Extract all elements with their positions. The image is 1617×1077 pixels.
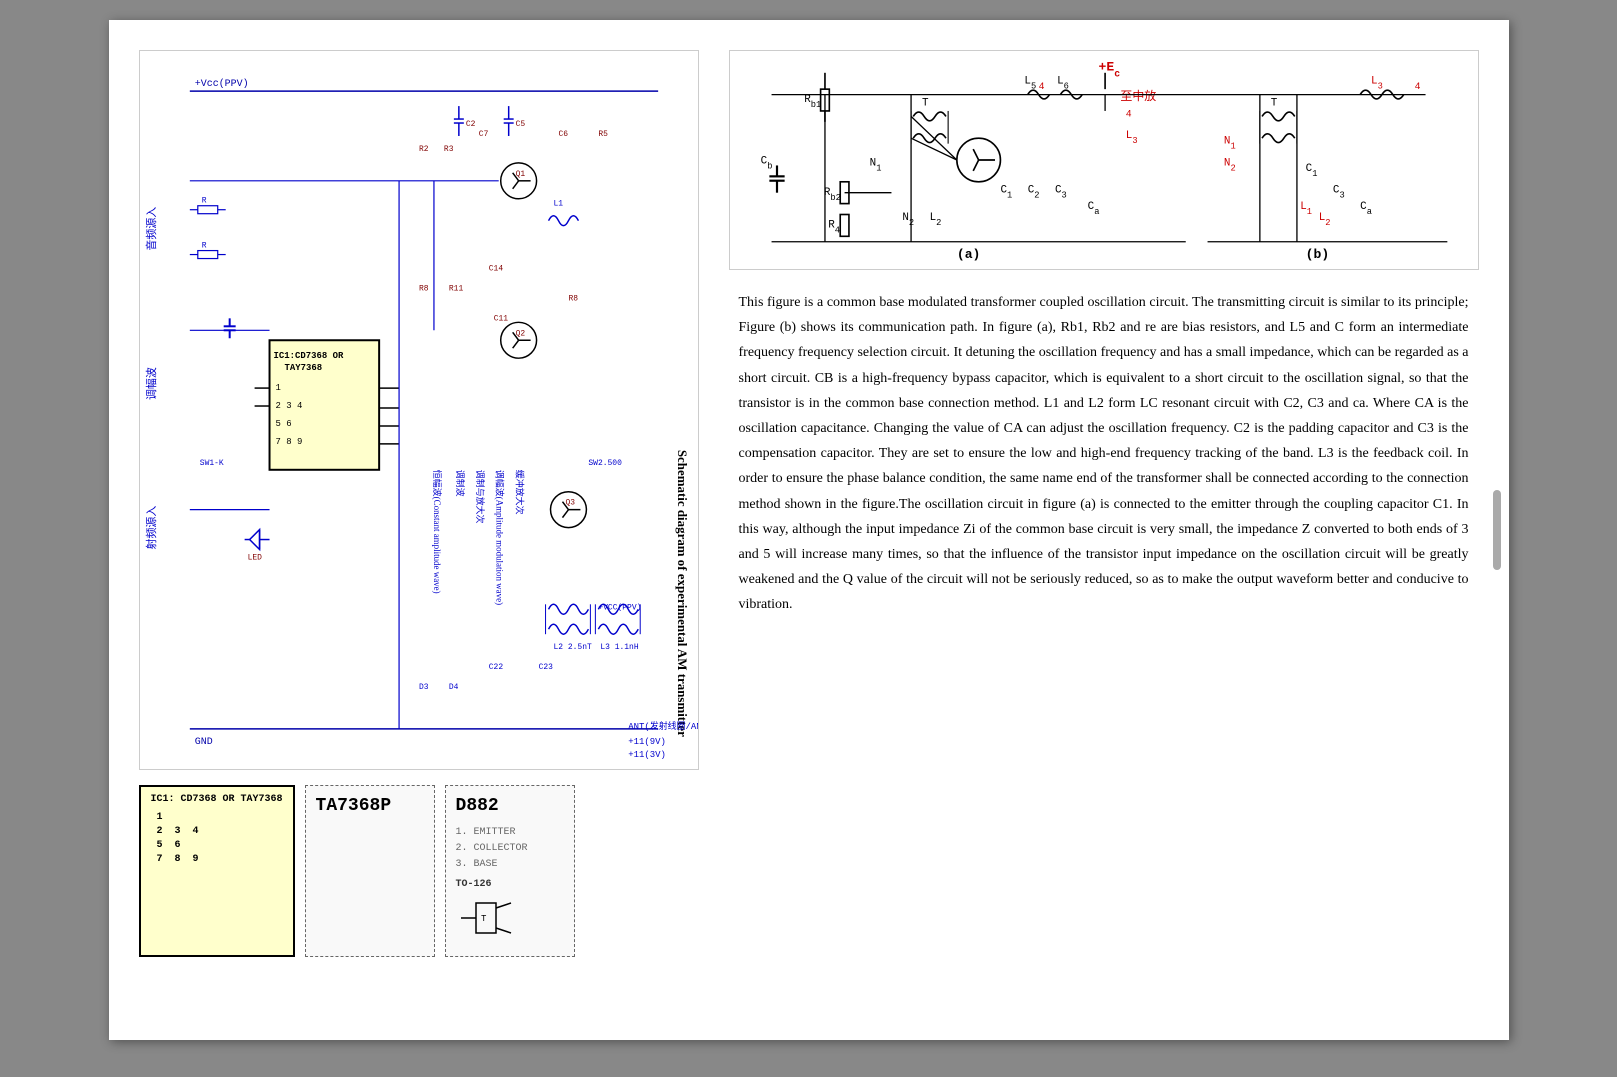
svg-text:C7: C7 bbox=[478, 130, 488, 139]
svg-text:R8: R8 bbox=[419, 284, 429, 293]
svg-text:D4: D4 bbox=[448, 683, 458, 692]
ic-pin-56: 5 6 bbox=[157, 839, 283, 853]
svg-text:C23: C23 bbox=[538, 663, 553, 672]
svg-text:SW1-K: SW1-K bbox=[199, 459, 223, 468]
svg-text:(b): (b) bbox=[1305, 247, 1329, 262]
svg-text:C6: C6 bbox=[558, 130, 568, 139]
ic-info-box: IC1: CD7368 OR TAY7368 1 2 3 4 5 6 7 8 9 bbox=[139, 785, 295, 957]
svg-text:R: R bbox=[201, 197, 206, 206]
ic-pin-234: 2 3 4 bbox=[157, 825, 283, 839]
svg-text:L3 1.1nH: L3 1.1nH bbox=[600, 643, 638, 652]
svg-text:4: 4 bbox=[1038, 81, 1044, 92]
svg-text:T: T bbox=[921, 98, 928, 110]
svg-text:TAY7368: TAY7368 bbox=[284, 363, 322, 373]
right-panel: +Ec Rb1 Cb T bbox=[729, 50, 1479, 1010]
svg-text:D3: D3 bbox=[419, 683, 429, 692]
svg-text:射频源入: 射频源入 bbox=[143, 506, 157, 550]
ic-title: IC1: CD7368 OR TAY7368 bbox=[151, 793, 283, 807]
svg-text:R: R bbox=[201, 242, 206, 251]
top-circuit-diagram: +Ec Rb1 Cb T bbox=[729, 50, 1479, 270]
d882-spec-1: 1. EMITTER bbox=[456, 825, 564, 841]
svg-text:音频源入: 音频源入 bbox=[143, 207, 157, 251]
svg-text:C2: C2 bbox=[465, 120, 475, 129]
ta7368p-box: TA7368P bbox=[305, 785, 435, 957]
svg-text:调制波: 调制波 bbox=[454, 470, 465, 497]
svg-text:(a): (a) bbox=[956, 247, 980, 262]
svg-text:ANT(发射线圈/ANTENNA): ANT(发射线圈/ANTENNA) bbox=[628, 720, 698, 732]
svg-text:4: 4 bbox=[1125, 108, 1131, 119]
ic-pin-1: 1 bbox=[157, 811, 283, 825]
d882-name: D882 bbox=[456, 792, 564, 821]
svg-text:1: 1 bbox=[275, 383, 280, 393]
svg-text:C5: C5 bbox=[515, 120, 525, 129]
svg-text:L1: L1 bbox=[553, 200, 563, 209]
ic-pin-789: 7 8 9 bbox=[157, 853, 283, 867]
svg-text:至中放: 至中放 bbox=[1120, 88, 1156, 104]
svg-text:IC1:CD7368 OR: IC1:CD7368 OR bbox=[273, 351, 343, 361]
svg-text:+Vcc(PPV): +Vcc(PPV) bbox=[194, 78, 248, 89]
svg-text:5 6: 5 6 bbox=[275, 419, 291, 429]
svg-text:R5: R5 bbox=[598, 130, 608, 139]
svg-text:Q1: Q1 bbox=[515, 170, 525, 179]
svg-text:缓冲放大次: 缓冲放大次 bbox=[514, 470, 525, 515]
svg-text:Q3: Q3 bbox=[565, 499, 575, 508]
main-circuit-diagram: 音频源入 调幅波 射频源入 恒幅波(Constant amplitude wav… bbox=[139, 50, 699, 770]
svg-text:T: T bbox=[481, 914, 487, 924]
svg-text:恒幅波(Constant amplitude wave): 恒幅波(Constant amplitude wave) bbox=[431, 470, 442, 594]
svg-text:调幅波(Amplitude modulation wave): 调幅波(Amplitude modulation wave) bbox=[494, 470, 505, 605]
svg-text:+VCC(PPV): +VCC(PPV) bbox=[598, 603, 641, 612]
d882-model: TO-126 bbox=[456, 877, 564, 893]
page: 音频源入 调幅波 射频源入 恒幅波(Constant amplitude wav… bbox=[109, 20, 1509, 1040]
ta7368p-name: TA7368P bbox=[316, 792, 424, 821]
svg-text:+11(9V): +11(9V) bbox=[628, 737, 666, 747]
component-info-area: IC1: CD7368 OR TAY7368 1 2 3 4 5 6 7 8 9… bbox=[139, 785, 699, 957]
d882-box: D882 1. EMITTER 2. COLLECTOR 3. BASE TO-… bbox=[445, 785, 575, 957]
svg-text:LED: LED bbox=[247, 553, 262, 562]
d882-spec-3: 3. BASE bbox=[456, 857, 564, 873]
svg-text:R8: R8 bbox=[568, 294, 578, 303]
svg-text:R11: R11 bbox=[448, 284, 463, 293]
svg-text:7 8 9: 7 8 9 bbox=[275, 437, 302, 447]
svg-text:C11: C11 bbox=[493, 314, 508, 323]
svg-text:R3: R3 bbox=[443, 145, 453, 154]
svg-text:L2 2.5nT: L2 2.5nT bbox=[553, 643, 591, 652]
svg-text:调幅波: 调幅波 bbox=[144, 367, 157, 400]
svg-text:调制与放大次: 调制与放大次 bbox=[474, 470, 485, 524]
svg-text:R2: R2 bbox=[419, 145, 429, 154]
svg-text:+11(3V): +11(3V) bbox=[628, 750, 666, 760]
svg-text:C22: C22 bbox=[488, 663, 503, 672]
left-panel: 音频源入 调幅波 射频源入 恒幅波(Constant amplitude wav… bbox=[139, 50, 699, 1010]
svg-text:Q2: Q2 bbox=[515, 329, 525, 338]
svg-text:GND: GND bbox=[194, 736, 212, 747]
svg-text:C14: C14 bbox=[488, 265, 503, 274]
svg-text:T: T bbox=[1270, 98, 1277, 110]
svg-text:SW2.500: SW2.500 bbox=[588, 459, 622, 468]
svg-text:Schematic diagram of experimen: Schematic diagram of experimental AM tra… bbox=[675, 450, 690, 737]
scrollbar[interactable] bbox=[1493, 490, 1501, 570]
svg-text:4: 4 bbox=[1414, 81, 1420, 92]
description-text: This figure is a common base modulated t… bbox=[729, 290, 1479, 1010]
d882-spec-2: 2. COLLECTOR bbox=[456, 841, 564, 857]
svg-text:2 3 4: 2 3 4 bbox=[275, 401, 302, 411]
